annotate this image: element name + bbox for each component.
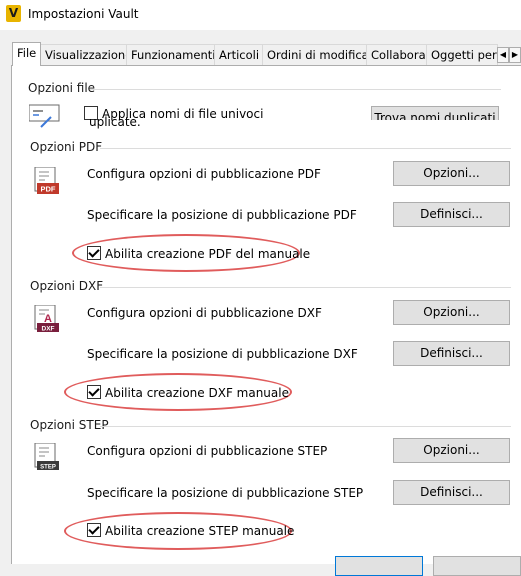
tab-scroll-right-icon[interactable]: ▶ — [509, 47, 521, 63]
checkmark-icon — [88, 523, 100, 535]
tab-oggetti-personalizzati[interactable]: Oggetti pers — [426, 44, 498, 65]
dxf-badge-text: DXF — [42, 326, 55, 333]
checkmark-icon — [88, 385, 100, 397]
step-manual-checkbox[interactable] — [87, 523, 101, 537]
step-badge-text: STEP — [40, 465, 56, 471]
cancel-button[interactable] — [433, 556, 521, 576]
section-divider — [100, 148, 511, 149]
file-settings-icon — [29, 104, 60, 128]
tab-funzionamenti[interactable]: Funzionamenti — [126, 44, 221, 65]
title-bar: V Impostazioni Vault — [0, 0, 521, 30]
unique-names-overflow-text: uplicate. — [89, 115, 141, 129]
step-location-label: Specificare la posizione di pubblicazion… — [87, 486, 364, 500]
step-define-button[interactable]: Definisci... — [393, 480, 510, 505]
vault-app-icon: V — [6, 5, 21, 22]
checkmark-icon — [88, 246, 100, 258]
section-divider — [100, 426, 511, 427]
pdf-manual-checkbox[interactable] — [87, 246, 101, 260]
step-manual-option[interactable]: Abilita creazione STEP manuale — [87, 522, 294, 540]
window-title: Impostazioni Vault — [28, 7, 139, 21]
step-configure-label: Configura opzioni di pubblicazione STEP — [87, 444, 328, 458]
dxf-manual-label: Abilita creazione DXF manuale — [105, 386, 289, 400]
dxf-manual-option[interactable]: Abilita creazione DXF manuale — [87, 384, 289, 402]
pdf-badge-text: PDF — [41, 185, 56, 194]
section-divider — [100, 287, 511, 288]
dxf-manual-checkbox[interactable] — [87, 385, 101, 399]
pdf-options-button[interactable]: Opzioni... — [393, 161, 510, 186]
pdf-configure-label: Configura opzioni di pubblicazione PDF — [87, 167, 321, 181]
tab-visualizzazione[interactable]: Visualizzazione — [40, 44, 138, 65]
pdf-options-title: Opzioni PDF — [30, 140, 103, 154]
pdf-manual-label: Abilita creazione PDF del manuale — [105, 247, 311, 261]
dxf-options-button[interactable]: Opzioni... — [393, 300, 510, 325]
step-options-title: Opzioni STEP — [30, 418, 109, 432]
step-document-icon: STEP — [34, 443, 59, 471]
pdf-manual-option[interactable]: Abilita creazione PDF del manuale — [87, 245, 310, 263]
dxf-options-title: Opzioni DXF — [30, 279, 104, 293]
pdf-location-label: Specificare la posizione di pubblicazion… — [87, 208, 357, 222]
tab-articoli[interactable]: Articoli — [214, 44, 265, 65]
dxf-document-icon: A DXF — [34, 305, 59, 333]
tab-scroll-left-icon[interactable]: ◀ — [497, 47, 509, 63]
tab-strip: File Visualizzazione Funzionamenti Artic… — [0, 42, 521, 66]
tab-ordini-di-modifica[interactable]: Ordini di modifica — [262, 44, 374, 65]
step-manual-label: Abilita creazione STEP manuale — [105, 524, 295, 538]
dxf-define-button[interactable]: Definisci... — [393, 341, 510, 366]
pdf-document-icon: PDF — [34, 167, 59, 194]
tab-scroll-buttons: ◀ ▶ — [495, 44, 521, 64]
dxf-configure-label: Configura opzioni di pubblicazione DXF — [87, 306, 322, 320]
tab-file[interactable]: File — [12, 42, 42, 66]
find-duplicates-button[interactable]: Trova nomi duplicati — [371, 106, 499, 120]
section-divider — [90, 89, 501, 90]
file-options-title: Opzioni file — [28, 81, 96, 95]
step-options-button[interactable]: Opzioni... — [393, 438, 510, 463]
ok-button[interactable] — [335, 556, 423, 576]
pdf-define-button[interactable]: Definisci... — [393, 202, 510, 227]
dxf-location-label: Specificare la posizione di pubblicazion… — [87, 347, 358, 361]
tab-collabora[interactable]: Collabora — [366, 44, 431, 65]
